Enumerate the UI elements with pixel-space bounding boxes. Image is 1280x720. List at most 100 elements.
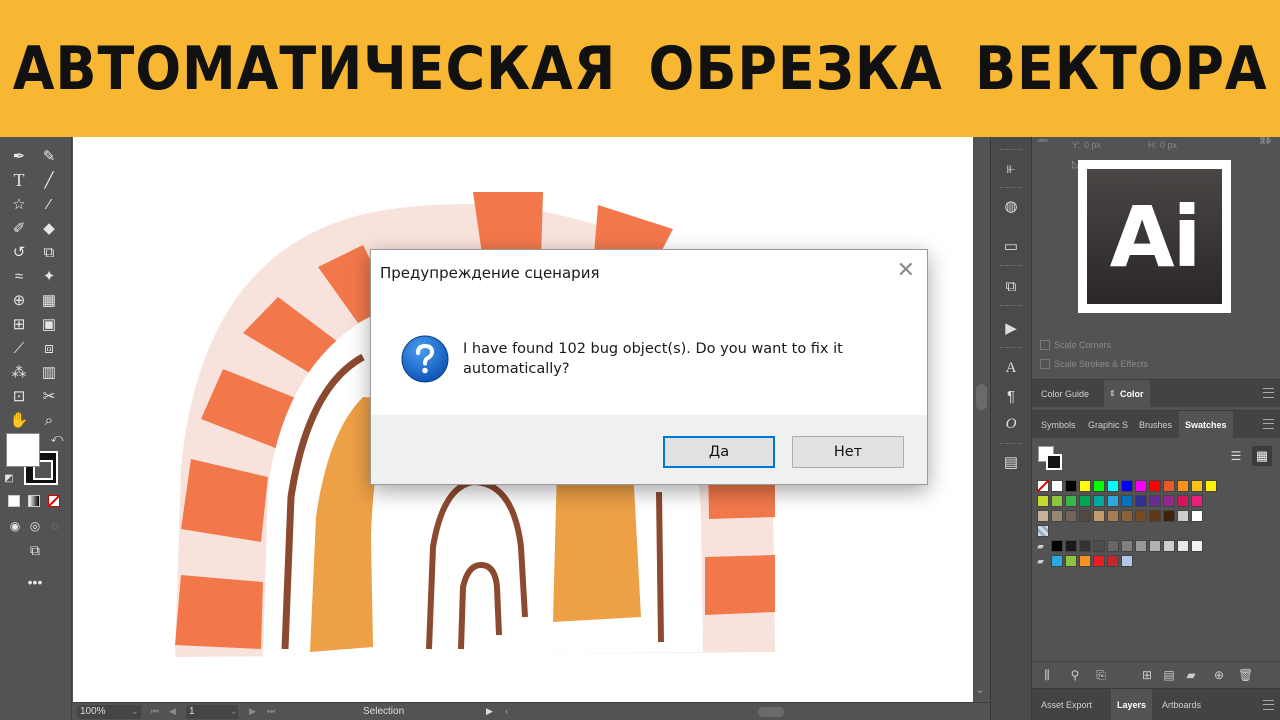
dock-grip[interactable] — [1000, 187, 1022, 189]
shape-builder-tool-icon[interactable]: ⊕ — [8, 289, 30, 311]
swatch[interactable] — [1051, 510, 1063, 522]
swatch[interactable] — [1135, 510, 1147, 522]
swatch-stroke-preview[interactable] — [1046, 454, 1062, 470]
more-tools-icon[interactable]: ••• — [24, 571, 46, 593]
swatch[interactable] — [1065, 555, 1077, 567]
screen-mode-icon[interactable]: ⧉ — [24, 539, 46, 561]
swatch-options-export-icon[interactable]: ⎘ — [1094, 668, 1108, 682]
swatch[interactable] — [1177, 480, 1189, 492]
swatch-libraries-icon[interactable]: ⫼ — [1040, 668, 1054, 682]
dock-grip[interactable] — [1000, 149, 1022, 151]
dock-grip[interactable] — [1000, 347, 1022, 349]
swatch[interactable] — [1191, 540, 1203, 552]
none-mode-icon[interactable] — [48, 495, 60, 507]
collapse-arrows-icon[interactable]: ⇕ — [1109, 380, 1116, 408]
gradient-panel-icon[interactable]: ▭ — [1000, 235, 1022, 257]
character-panel-icon[interactable]: A — [1000, 357, 1022, 379]
next-artboard-icon[interactable]: ▶ — [249, 706, 256, 717]
close-icon[interactable]: ✕ — [897, 260, 915, 282]
scroll-down-arrow-icon[interactable]: ⌄ — [976, 685, 984, 696]
color-mode-icon[interactable] — [8, 495, 20, 507]
swatch[interactable] — [1037, 510, 1049, 522]
draw-inside-icon[interactable]: ◌ — [44, 515, 66, 537]
swatch[interactable] — [1093, 555, 1105, 567]
puppet-warp-tool-icon[interactable]: ✦ — [38, 265, 60, 287]
h-value[interactable]: 0 px — [1160, 140, 1177, 150]
swatch[interactable] — [1163, 480, 1175, 492]
y-value[interactable]: 0 px — [1084, 140, 1101, 150]
dock-grip[interactable] — [1000, 443, 1022, 445]
swatch[interactable] — [1163, 540, 1175, 552]
swatch[interactable] — [1107, 555, 1119, 567]
swatch[interactable] — [1051, 495, 1063, 507]
draw-behind-icon[interactable]: ◎ — [24, 515, 46, 537]
swatches-panel-menu-icon[interactable] — [1263, 419, 1274, 429]
hand-tool-icon[interactable]: ✋ — [8, 409, 30, 431]
swatch[interactable] — [1065, 480, 1077, 492]
tab-brushes[interactable]: Brushes — [1133, 411, 1178, 439]
horizontal-scroll-thumb[interactable] — [758, 707, 784, 717]
swatch[interactable] — [1149, 495, 1161, 507]
tab-color[interactable]: ⇕ Color — [1104, 380, 1150, 408]
scroll-left-icon[interactable]: ‹ — [505, 706, 508, 716]
tab-symbols[interactable]: Symbols — [1035, 411, 1082, 439]
swatch[interactable] — [1093, 510, 1105, 522]
align-panel-icon[interactable]: ⫦ — [1000, 157, 1022, 179]
swatch[interactable] — [1107, 495, 1119, 507]
color-group-folder-icon[interactable]: ▰ — [1037, 555, 1049, 567]
gradient-mode-icon[interactable] — [28, 495, 40, 507]
slice-tool-icon[interactable]: ✂ — [38, 385, 60, 407]
swatch[interactable] — [1079, 510, 1091, 522]
artboard-tool-icon[interactable]: ⊡ — [8, 385, 30, 407]
swatch-options-icon[interactable]: ▤ — [1162, 668, 1176, 682]
swatch[interactable] — [1121, 540, 1133, 552]
artboard-dropdown-icon[interactable]: ⌄ — [230, 706, 238, 717]
swatch[interactable] — [1065, 495, 1077, 507]
swatch[interactable] — [1107, 510, 1119, 522]
paragraph-panel-icon[interactable]: ¶ — [1000, 385, 1022, 407]
actions-panel-icon[interactable]: ▶ — [1000, 317, 1022, 339]
image-trace-panel-icon[interactable]: ▤ — [1000, 451, 1022, 473]
swatch[interactable] — [1107, 480, 1119, 492]
swatch[interactable] — [1191, 495, 1203, 507]
star-tool-icon[interactable]: ☆ — [8, 193, 30, 215]
color-panel-menu-icon[interactable] — [1263, 388, 1274, 398]
swatch[interactable] — [1065, 510, 1077, 522]
tab-artboards[interactable]: Artboards — [1156, 689, 1207, 720]
swatch[interactable] — [1079, 540, 1091, 552]
color-group-folder-icon[interactable]: ▰ — [1037, 540, 1049, 552]
swatch[interactable] — [1149, 480, 1161, 492]
swatch[interactable] — [1051, 555, 1063, 567]
swatch[interactable] — [1051, 540, 1063, 552]
new-swatch-icon[interactable]: ⊕ — [1212, 668, 1226, 682]
swatch[interactable] — [1121, 555, 1133, 567]
type-tool-icon[interactable]: T — [8, 169, 30, 191]
swatch[interactable] — [1079, 495, 1091, 507]
dock-grip[interactable] — [1000, 305, 1022, 307]
swatch[interactable] — [1037, 495, 1049, 507]
dock-grip[interactable] — [1000, 265, 1022, 267]
draw-normal-icon[interactable]: ◉ — [4, 515, 26, 537]
swatch[interactable] — [1177, 540, 1189, 552]
swatch[interactable] — [1093, 540, 1105, 552]
swatch[interactable] — [1121, 495, 1133, 507]
tab-graphic-styles[interactable]: Graphic S — [1082, 411, 1134, 439]
zoom-dropdown-icon[interactable]: ⌄ — [131, 706, 139, 717]
swatch[interactable] — [1093, 480, 1105, 492]
swatch[interactable] — [1191, 480, 1203, 492]
swatch[interactable] — [1121, 480, 1133, 492]
pattern-swatch[interactable] — [1037, 525, 1049, 537]
paintbrush-tool-icon[interactable]: ⁄ — [38, 193, 60, 215]
curvature-tool-icon[interactable]: ✎ — [38, 145, 60, 167]
default-fill-stroke-icon[interactable]: ◩ — [2, 471, 16, 485]
swatch[interactable] — [1079, 555, 1091, 567]
opentype-panel-icon[interactable]: O — [1000, 413, 1022, 435]
scale-strokes-checkbox[interactable] — [1040, 359, 1050, 369]
mesh-tool-icon[interactable]: ⊞ — [8, 313, 30, 335]
tab-asset-export[interactable]: Asset Export — [1035, 689, 1098, 720]
swatch[interactable] — [1135, 480, 1147, 492]
swatch[interactable] — [1079, 480, 1091, 492]
swatch[interactable] — [1135, 540, 1147, 552]
scale-tool-icon[interactable]: ⧉ — [38, 241, 60, 263]
pen-tool-icon[interactable]: ✒ — [8, 145, 30, 167]
